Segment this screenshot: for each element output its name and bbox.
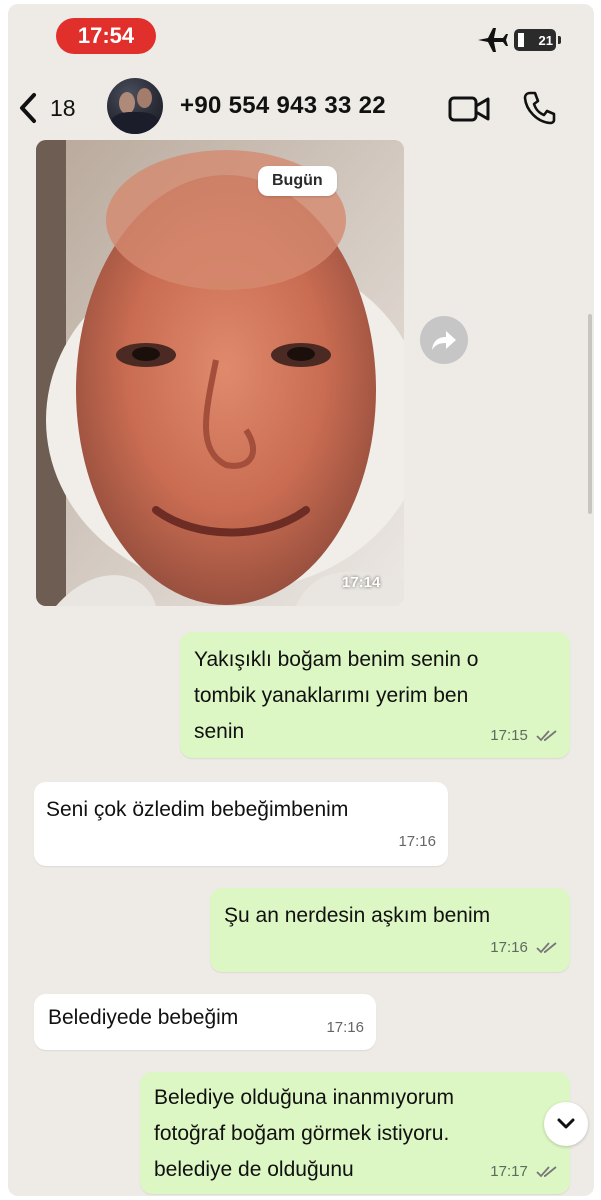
status-time[interactable]: 17:54 — [56, 18, 156, 54]
battery-indicator: 21 — [514, 29, 561, 51]
chevron-down-icon — [557, 1118, 575, 1129]
message-text: fotoğraf boğam görmek istiyoru. — [154, 1122, 450, 1145]
chevron-left-icon — [20, 93, 36, 123]
forward-button[interactable] — [420, 316, 468, 364]
message-time: 17:16 — [490, 930, 558, 966]
date-label: Bugün — [258, 166, 337, 196]
message-time-text: 17:15 — [490, 727, 528, 744]
message-text: Şu an nerdesin aşkım benim — [224, 904, 491, 927]
message-time-text: 17:16 — [490, 939, 528, 956]
phone-screen: 17:54 21 18 +90 554 943 33 22 Bugün 17:1… — [8, 4, 594, 1196]
battery-level: 21 — [538, 32, 553, 48]
message-time-text: 17:17 — [490, 1163, 528, 1180]
video-call-icon[interactable] — [448, 94, 490, 124]
unread-count: 18 — [50, 94, 76, 121]
message-time: 17:16 — [326, 1019, 364, 1036]
message-bubble-incoming[interactable]: Belediyede bebeğim 17:16 — [34, 994, 376, 1050]
message-time: 17:17 — [490, 1154, 558, 1190]
airplane-icon — [478, 28, 508, 52]
read-receipt-icon — [536, 1166, 557, 1178]
photo-image — [36, 140, 404, 606]
forward-icon — [432, 331, 456, 350]
message-text: Belediyede bebeğim — [48, 1006, 239, 1029]
message-bubble-outgoing[interactable]: Şu an nerdesin aşkım benim 17:16 — [210, 888, 570, 972]
message-text: Yakışıklı boğam benim senin o — [194, 648, 479, 671]
photo-message[interactable] — [36, 140, 404, 606]
phone-call-icon[interactable] — [522, 90, 556, 126]
photo-timestamp: 17:14 — [342, 574, 381, 591]
message-time: 17:15 — [490, 718, 558, 754]
scrollbar[interactable] — [588, 314, 592, 514]
message-text: Belediye olduğuna inanmıyorum — [154, 1086, 455, 1109]
scroll-to-bottom-button[interactable] — [544, 1102, 588, 1146]
contact-name[interactable]: +90 554 943 33 22 — [180, 92, 386, 120]
message-time: 17:16 — [398, 833, 436, 850]
back-button[interactable]: 18 — [18, 90, 76, 126]
message-bubble-outgoing[interactable]: Yakışıklı boğam benim senin o tombik yan… — [180, 632, 570, 758]
avatar[interactable] — [107, 78, 163, 134]
message-text: Seni çok özledim bebeğimbenim — [46, 798, 349, 821]
status-bar: 17:54 21 — [8, 4, 594, 70]
read-receipt-icon — [536, 942, 557, 954]
message-text: tombik yanaklarımı yerim ben — [194, 684, 469, 707]
chat-header: 18 +90 554 943 33 22 — [8, 70, 594, 142]
message-bubble-outgoing[interactable]: Belediye olduğuna inanmıyorum fotoğraf b… — [140, 1072, 570, 1194]
message-bubble-incoming[interactable]: Seni çok özledim bebeğimbenim 17:16 — [34, 782, 448, 866]
read-receipt-icon — [536, 730, 557, 742]
